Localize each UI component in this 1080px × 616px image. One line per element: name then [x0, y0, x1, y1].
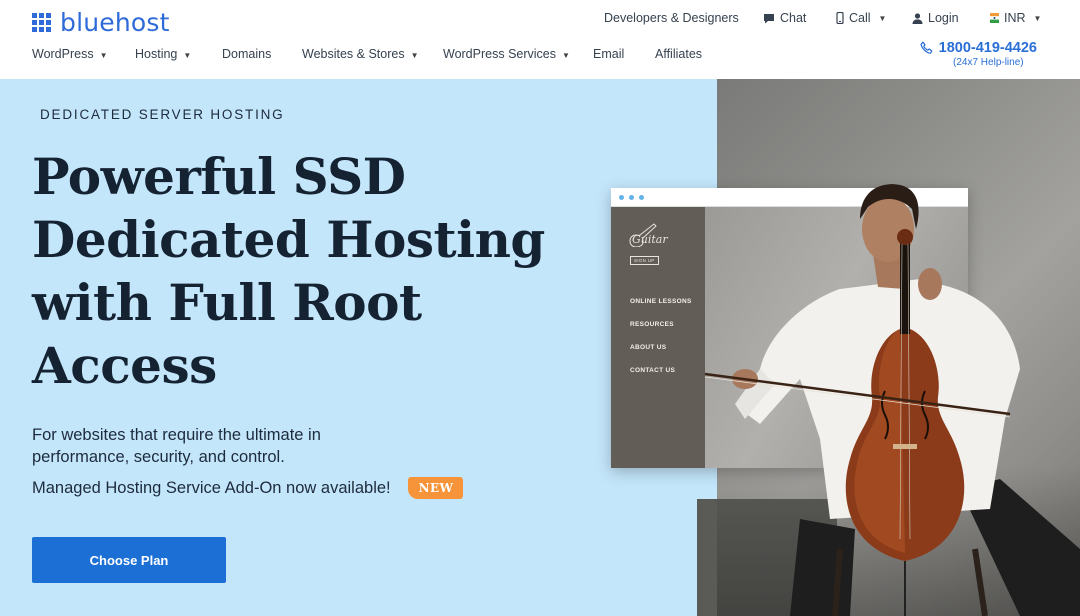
nav-item-wordpress[interactable]: WordPress ▼	[32, 47, 108, 61]
mockup-menu-item: CONTACT US	[630, 367, 676, 374]
nav-item-email[interactable]: Email	[593, 47, 624, 61]
addon-text: Managed Hosting Service Add-On now avail…	[32, 478, 391, 497]
chevron-down-icon: ▼	[1033, 13, 1042, 23]
mockup-menu: ONLINE LESSONS RESOURCES ABOUT US CONTAC…	[630, 298, 692, 390]
mockup-main-area	[705, 207, 968, 468]
main-nav: WordPress ▼ Hosting ▼ Domains Websites & S…	[0, 47, 1080, 63]
currency-selector[interactable]: INR ▼	[990, 11, 1041, 25]
helpline[interactable]: 1800-419-4426 (24x7 Help-line)	[920, 40, 1037, 68]
call-link[interactable]: Call ▼	[836, 11, 886, 25]
top-links: Developers & Designers Chat Call ▼ Login…	[0, 11, 1080, 27]
nav-item-label: Hosting	[135, 47, 178, 61]
developers-link[interactable]: Developers & Designers	[604, 11, 739, 25]
india-flag-icon	[990, 13, 999, 23]
headline-line: with Full Root	[32, 273, 422, 332]
nav-item-label: Email	[593, 47, 625, 61]
nav-item-domains[interactable]: Domains	[222, 47, 271, 61]
new-badge: NEW	[407, 477, 464, 499]
nav-item-websites-stores[interactable]: Websites & Stores ▼	[302, 47, 419, 61]
developers-label: Developers & Designers	[604, 11, 739, 25]
call-label: Call	[849, 11, 871, 25]
mockup-menu-item: RESOURCES	[630, 321, 674, 328]
guitar-logo: Guitar	[626, 221, 668, 250]
mockup-signup: SIGN UP	[630, 256, 659, 265]
nav-item-wordpress-services[interactable]: WordPress Services ▼	[443, 47, 570, 61]
chat-icon	[764, 13, 774, 23]
guitar-logo-text: Guitar	[632, 233, 668, 246]
user-icon	[912, 12, 923, 24]
nav-item-hosting[interactable]: Hosting ▼	[135, 47, 191, 61]
login-label: Login	[928, 11, 959, 25]
mockup-sidebar: Guitar SIGN UP ONLINE LESSONS RESOURCES …	[611, 207, 705, 468]
browser-mockup: Guitar SIGN UP ONLINE LESSONS RESOURCES …	[611, 188, 968, 468]
nav-item-label: WordPress	[32, 47, 94, 61]
mockup-menu-item: ABOUT US	[630, 344, 667, 351]
phone-number: 1800-419-4426	[938, 40, 1037, 56]
addon-notice: Managed Hosting Service Add-On now avail…	[32, 477, 464, 499]
phone-note: (24x7 Help-line)	[953, 57, 1024, 68]
chat-label: Chat	[780, 11, 807, 25]
choose-plan-button[interactable]: Choose Plan	[32, 537, 226, 583]
chevron-down-icon: ▼	[410, 51, 419, 60]
hero-headline: Powerful SSD Dedicated Hosting with Full…	[32, 145, 592, 397]
chat-link[interactable]: Chat	[763, 11, 806, 25]
site-header: bluehost Developers & Designers Chat Cal…	[0, 0, 1080, 79]
currency-label: INR	[1004, 11, 1026, 25]
mockup-menu-item: ONLINE LESSONS	[630, 298, 692, 305]
nav-item-label: WordPress Services	[443, 47, 556, 61]
nav-item-label: Affiliates	[655, 47, 703, 61]
phone-handset-icon	[920, 41, 933, 54]
hero-description: For websites that require the ultimate i…	[32, 426, 321, 466]
chevron-down-icon: ▼	[183, 51, 192, 60]
chevron-down-icon: ▼	[878, 13, 887, 23]
chevron-down-icon: ▼	[99, 51, 108, 60]
headline-line: Powerful SSD	[32, 147, 406, 206]
nav-item-affiliates[interactable]: Affiliates	[655, 47, 702, 61]
hero-section: Guitar SIGN UP ONLINE LESSONS RESOURCES …	[0, 79, 1080, 616]
nav-item-label: Websites & Stores	[302, 47, 405, 61]
login-link[interactable]: Login	[912, 11, 959, 25]
phone-icon	[836, 12, 844, 24]
chevron-down-icon: ▼	[562, 51, 570, 60]
headline-line: Dedicated Hosting	[32, 210, 545, 269]
nav-item-label: Domains	[222, 47, 272, 61]
hero-eyebrow: DEDICATED SERVER HOSTING	[40, 107, 285, 122]
browser-toolbar	[611, 188, 968, 207]
headline-line: Access	[32, 336, 217, 395]
photo-floor	[697, 499, 837, 616]
